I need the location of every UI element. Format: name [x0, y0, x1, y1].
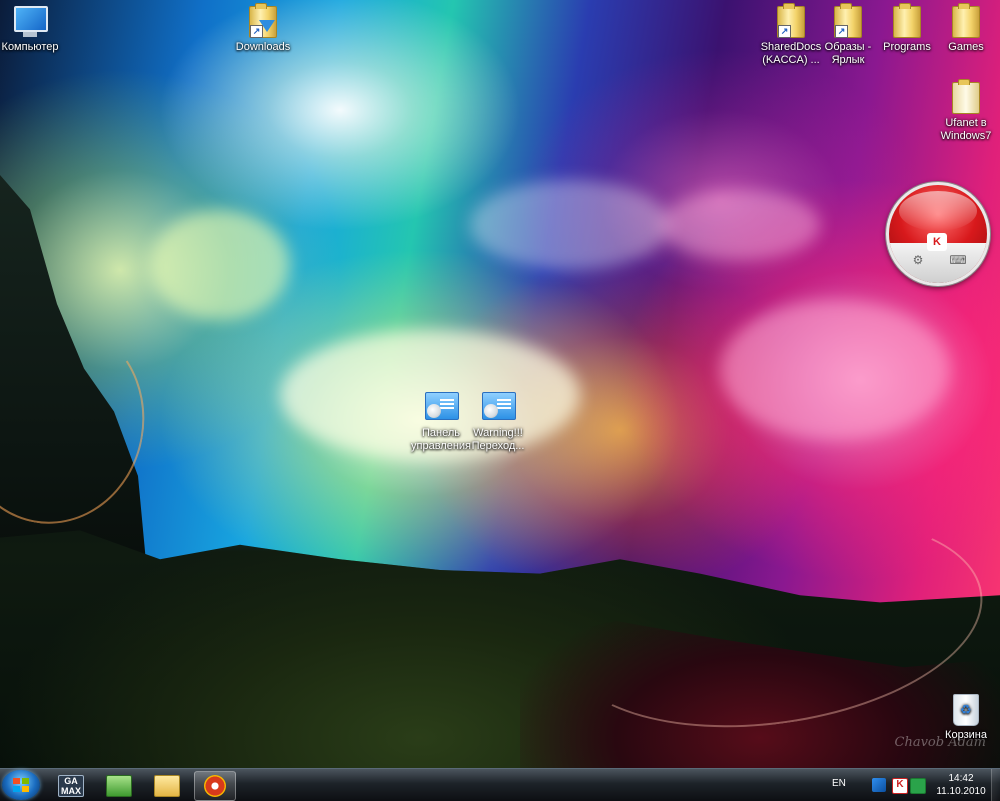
control-panel-icon — [425, 392, 459, 424]
taskbar-app-gamax[interactable]: GA MAX — [50, 771, 90, 799]
folder-icon — [950, 6, 982, 38]
browser-icon — [204, 775, 226, 797]
gadget-gloss — [899, 191, 977, 231]
wallpaper-cloud — [150, 210, 290, 320]
folder-shortcut-icon: ↗ — [247, 6, 279, 38]
wallpaper-cloud — [470, 180, 670, 270]
control-panel-icon — [482, 392, 516, 424]
wallpaper-cloud — [660, 190, 820, 260]
clock-date: 11.10.2010 — [936, 786, 986, 797]
desktop-wallpaper: Chavob Adam Компьютер ↗ Downloads ↗ Shar… — [0, 0, 1000, 768]
desktop-icon-label: Warning!!! Переход... — [471, 427, 525, 452]
money-icon — [106, 775, 132, 797]
desktop-icon-computer[interactable]: Компьютер — [0, 0, 68, 54]
desktop-icon-ufanet[interactable]: Ufanet в Windows7 — [928, 76, 1000, 143]
recycle-bin-icon: ♻ — [950, 694, 982, 726]
show-desktop-button[interactable] — [991, 769, 1000, 801]
computer-icon — [14, 6, 48, 38]
desktop-icon-label: Компьютер — [1, 41, 59, 53]
tray-app-icon[interactable] — [910, 778, 926, 794]
desktop-icon-label: Корзина — [945, 729, 987, 741]
taskbar-app-money[interactable] — [98, 771, 138, 799]
desktop-icon-recycle-bin[interactable]: ♻ Корзина — [928, 688, 1000, 742]
settings-gear-icon[interactable]: ⚙ — [909, 253, 927, 267]
language-indicator[interactable]: EN — [832, 778, 846, 789]
kaspersky-logo-icon[interactable]: K — [927, 233, 947, 251]
network-icon[interactable] — [872, 778, 886, 792]
kaspersky-gadget[interactable]: K ⚙ ⌨ — [886, 182, 990, 286]
clock-time: 14:42 — [948, 773, 974, 784]
taskbar: GA MAX EN K 14:42 11.10.2010 — [0, 768, 1000, 801]
windows-logo-icon — [13, 778, 29, 792]
gamax-icon: GA MAX — [58, 775, 84, 797]
explorer-folder-icon — [154, 775, 180, 797]
folder-icon — [891, 6, 923, 38]
kaspersky-tray-icon[interactable]: K — [892, 778, 908, 794]
start-button[interactable] — [2, 770, 40, 800]
folder-shortcut-icon: ↗ — [775, 6, 807, 38]
desktop-icon-label: Downloads — [235, 41, 291, 53]
desktop-icon-games[interactable]: Games — [928, 0, 1000, 54]
desktop-icon-label: Ufanet в Windows7 — [940, 117, 992, 142]
document-icon — [950, 82, 982, 114]
taskbar-app-explorer[interactable] — [146, 771, 186, 799]
keyboard-icon[interactable]: ⌨ — [949, 253, 967, 267]
desktop-icon-label: Games — [948, 41, 984, 53]
taskbar-app-browser[interactable] — [194, 771, 236, 801]
desktop-icon-downloads[interactable]: ↗ Downloads — [225, 0, 301, 54]
wallpaper-cloud — [720, 300, 950, 440]
folder-shortcut-icon: ↗ — [832, 6, 864, 38]
desktop-icon-warning[interactable]: Warning!!! Переход... — [460, 386, 536, 453]
clock[interactable]: 14:42 11.10.2010 — [930, 772, 992, 798]
